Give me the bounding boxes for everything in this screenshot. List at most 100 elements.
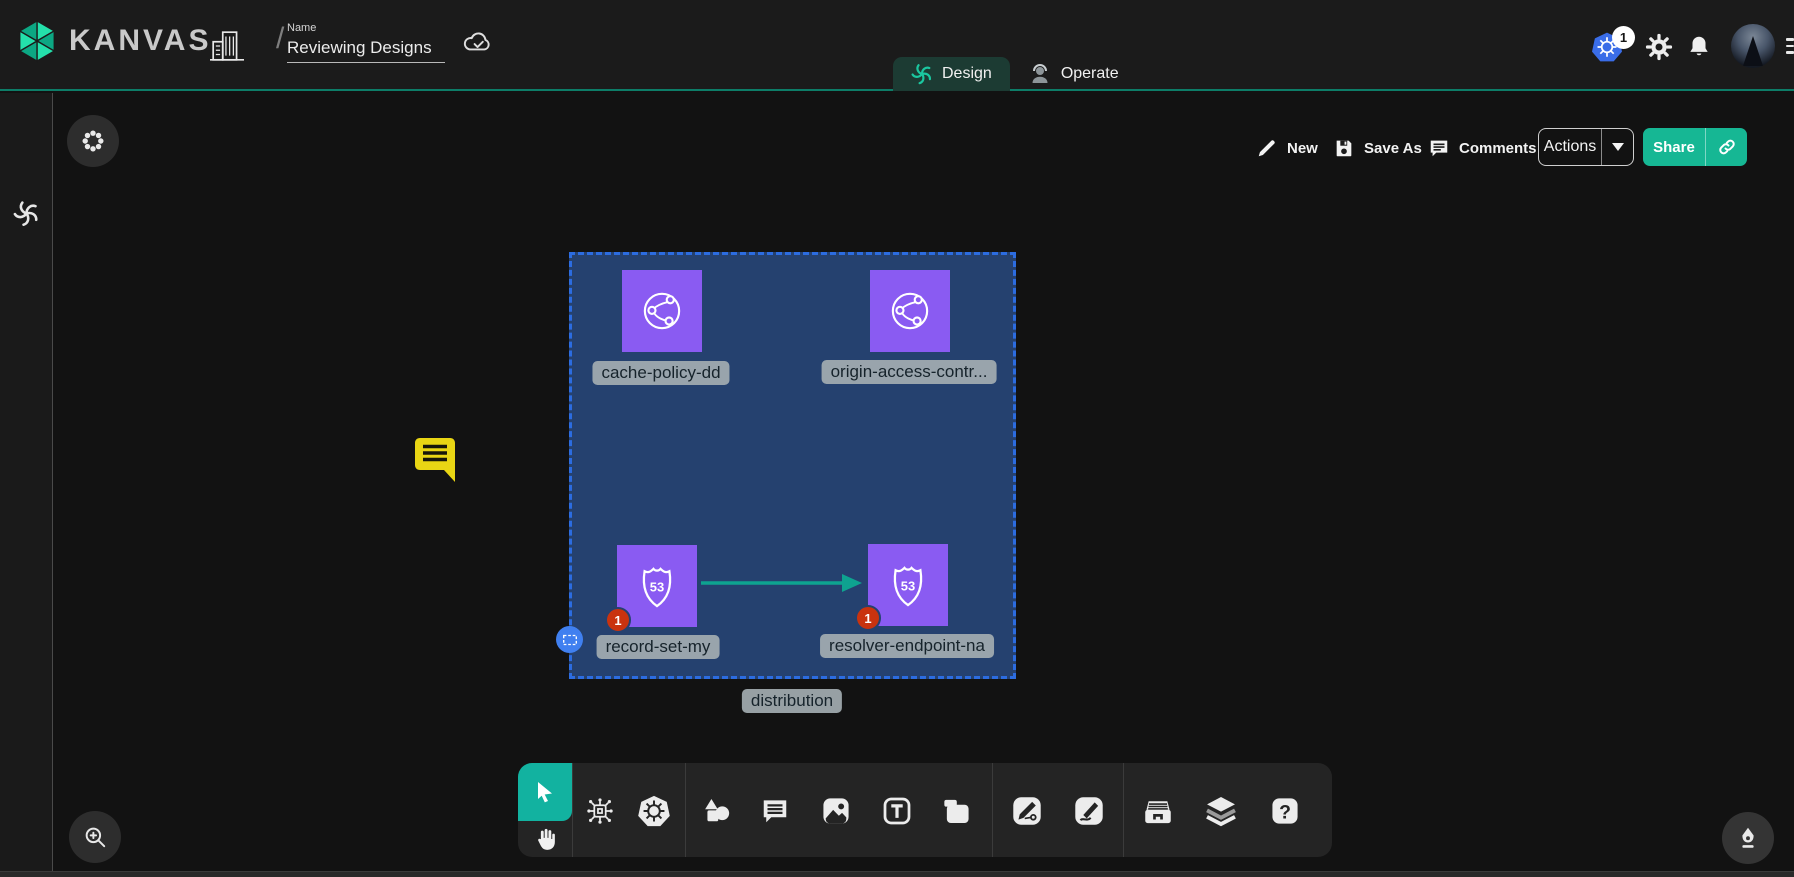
group-selection-handle[interactable] xyxy=(556,626,583,653)
help-tool-button[interactable]: ? xyxy=(1266,792,1304,830)
comments-label: Comments xyxy=(1459,140,1537,157)
user-avatar[interactable] xyxy=(1731,24,1775,68)
kubernetes-tool-button[interactable] xyxy=(635,792,673,830)
pen-path-icon xyxy=(1011,795,1043,827)
app-header: KANVAS / Name xyxy=(0,0,1794,91)
pencil-icon xyxy=(1256,137,1278,159)
window-bottom-edge xyxy=(0,871,1794,877)
node-count-badge: 1 xyxy=(605,607,631,633)
cloudfront-globe-icon xyxy=(636,285,688,337)
dashed-rect-icon xyxy=(560,631,580,649)
shapes-tool-button[interactable] xyxy=(697,792,735,830)
comment-tool-button[interactable] xyxy=(756,792,794,830)
tab-design[interactable]: Design xyxy=(893,57,1010,91)
kanvas-logo[interactable]: KANVAS xyxy=(14,18,211,64)
kanvas-logo-icon xyxy=(14,18,60,64)
layers-icon xyxy=(1204,794,1238,828)
flower-icon xyxy=(80,128,106,154)
organization-icon[interactable] xyxy=(210,26,244,66)
actions-dropdown-toggle[interactable] xyxy=(1601,129,1633,165)
actions-label[interactable]: Actions xyxy=(1539,129,1601,165)
dock-divider xyxy=(572,763,573,857)
tab-operate-label: Operate xyxy=(1061,65,1119,83)
kanvas-app: KANVAS / Name xyxy=(0,0,1794,877)
layers-tool-button[interactable] xyxy=(1202,792,1240,830)
save-as-button[interactable]: Save As xyxy=(1333,130,1422,166)
comment-bubble-icon xyxy=(760,796,790,826)
comment-marker-icon xyxy=(413,436,457,484)
edge-record-set-to-resolver[interactable] xyxy=(699,570,863,596)
floppy-save-icon xyxy=(1333,137,1355,159)
new-button[interactable]: New xyxy=(1256,130,1318,166)
comments-button[interactable]: Comments xyxy=(1428,130,1537,166)
canvas-comment-marker[interactable] xyxy=(413,436,457,484)
text-tool-button[interactable] xyxy=(878,792,916,830)
hand-icon xyxy=(532,826,558,852)
select-tool-button[interactable] xyxy=(518,763,572,821)
text-icon xyxy=(881,795,913,827)
node-label-cache-policy[interactable]: cache-policy-dd xyxy=(592,361,729,385)
design-name-input[interactable] xyxy=(287,36,445,63)
route53-number: 53 xyxy=(650,579,664,594)
cloudfront-globe-icon xyxy=(884,285,936,337)
avatar-silhouette xyxy=(1743,36,1763,66)
canvas-widgets-button[interactable] xyxy=(67,115,119,167)
drawer-tool-button[interactable] xyxy=(1139,792,1177,830)
sidebar-meshery-spiral-icon[interactable] xyxy=(13,200,40,227)
menu-hamburger-icon[interactable] xyxy=(1786,38,1794,58)
dock-divider xyxy=(992,763,993,857)
pan-tool-button[interactable] xyxy=(523,821,567,857)
components-tool-button[interactable] xyxy=(581,792,619,830)
node-cache-policy[interactable] xyxy=(622,270,702,352)
group-label-distribution[interactable]: distribution xyxy=(742,689,842,713)
operator-headset-icon xyxy=(1028,62,1052,86)
tab-operate[interactable]: Operate xyxy=(1010,57,1137,91)
link-icon xyxy=(1717,137,1737,157)
new-label: New xyxy=(1287,140,1318,157)
save-status-cloud-icon xyxy=(462,30,494,54)
settings-gear-icon[interactable] xyxy=(1645,33,1673,61)
comment-bubble-icon xyxy=(1428,137,1450,159)
notifications-bell-icon[interactable] xyxy=(1686,34,1712,60)
route53-shield-icon: 53 xyxy=(631,560,683,612)
pen-nib-icon xyxy=(1735,825,1761,851)
node-count-badge: 1 xyxy=(855,605,881,631)
dock-divider xyxy=(1123,763,1124,857)
node-label-resolver-endpoint[interactable]: resolver-endpoint-na xyxy=(820,634,994,658)
route53-shield-icon: 53 xyxy=(882,559,934,611)
route53-number: 53 xyxy=(901,578,915,593)
save-as-label: Save As xyxy=(1364,140,1422,157)
tool-dock: ? xyxy=(518,763,1332,857)
zoom-in-icon xyxy=(82,824,108,850)
left-sidebar xyxy=(0,93,53,877)
tab-design-label: Design xyxy=(942,65,992,83)
image-tool-button[interactable] xyxy=(817,792,855,830)
pen-mode-button[interactable] xyxy=(1722,812,1774,864)
shapes-icon xyxy=(700,795,732,827)
copy-link-button[interactable] xyxy=(1705,128,1747,166)
design-name-field: Name xyxy=(287,22,449,63)
share-label[interactable]: Share xyxy=(1643,128,1705,166)
zoom-in-button[interactable] xyxy=(69,811,121,863)
kubernetes-count-badge: 1 xyxy=(1612,26,1635,49)
notes-tool-button[interactable] xyxy=(937,792,975,830)
freehand-draw-tool-button[interactable] xyxy=(1070,792,1108,830)
node-origin-access-control[interactable] xyxy=(870,270,950,352)
share-split-button[interactable]: Share xyxy=(1643,128,1747,166)
pen-path-tool-button[interactable] xyxy=(1008,792,1046,830)
dock-divider xyxy=(685,763,686,857)
cursor-arrow-icon xyxy=(533,780,557,804)
kubernetes-wheel-icon xyxy=(637,794,671,828)
design-spiral-icon xyxy=(911,63,933,85)
actions-split-button[interactable]: Actions xyxy=(1538,128,1634,166)
sticky-notes-icon xyxy=(940,795,972,827)
mode-tabs: Design Operate xyxy=(893,57,1137,91)
node-label-record-set[interactable]: record-set-my xyxy=(597,635,720,659)
breadcrumb-separator: / xyxy=(276,22,284,56)
question-icon: ? xyxy=(1269,795,1301,827)
brand-name: KANVAS xyxy=(69,24,211,58)
name-field-label: Name xyxy=(287,22,449,34)
question-glyph: ? xyxy=(1279,801,1291,823)
node-label-origin-access-control[interactable]: origin-access-contr... xyxy=(822,360,997,384)
chip-circuit-icon xyxy=(584,795,616,827)
